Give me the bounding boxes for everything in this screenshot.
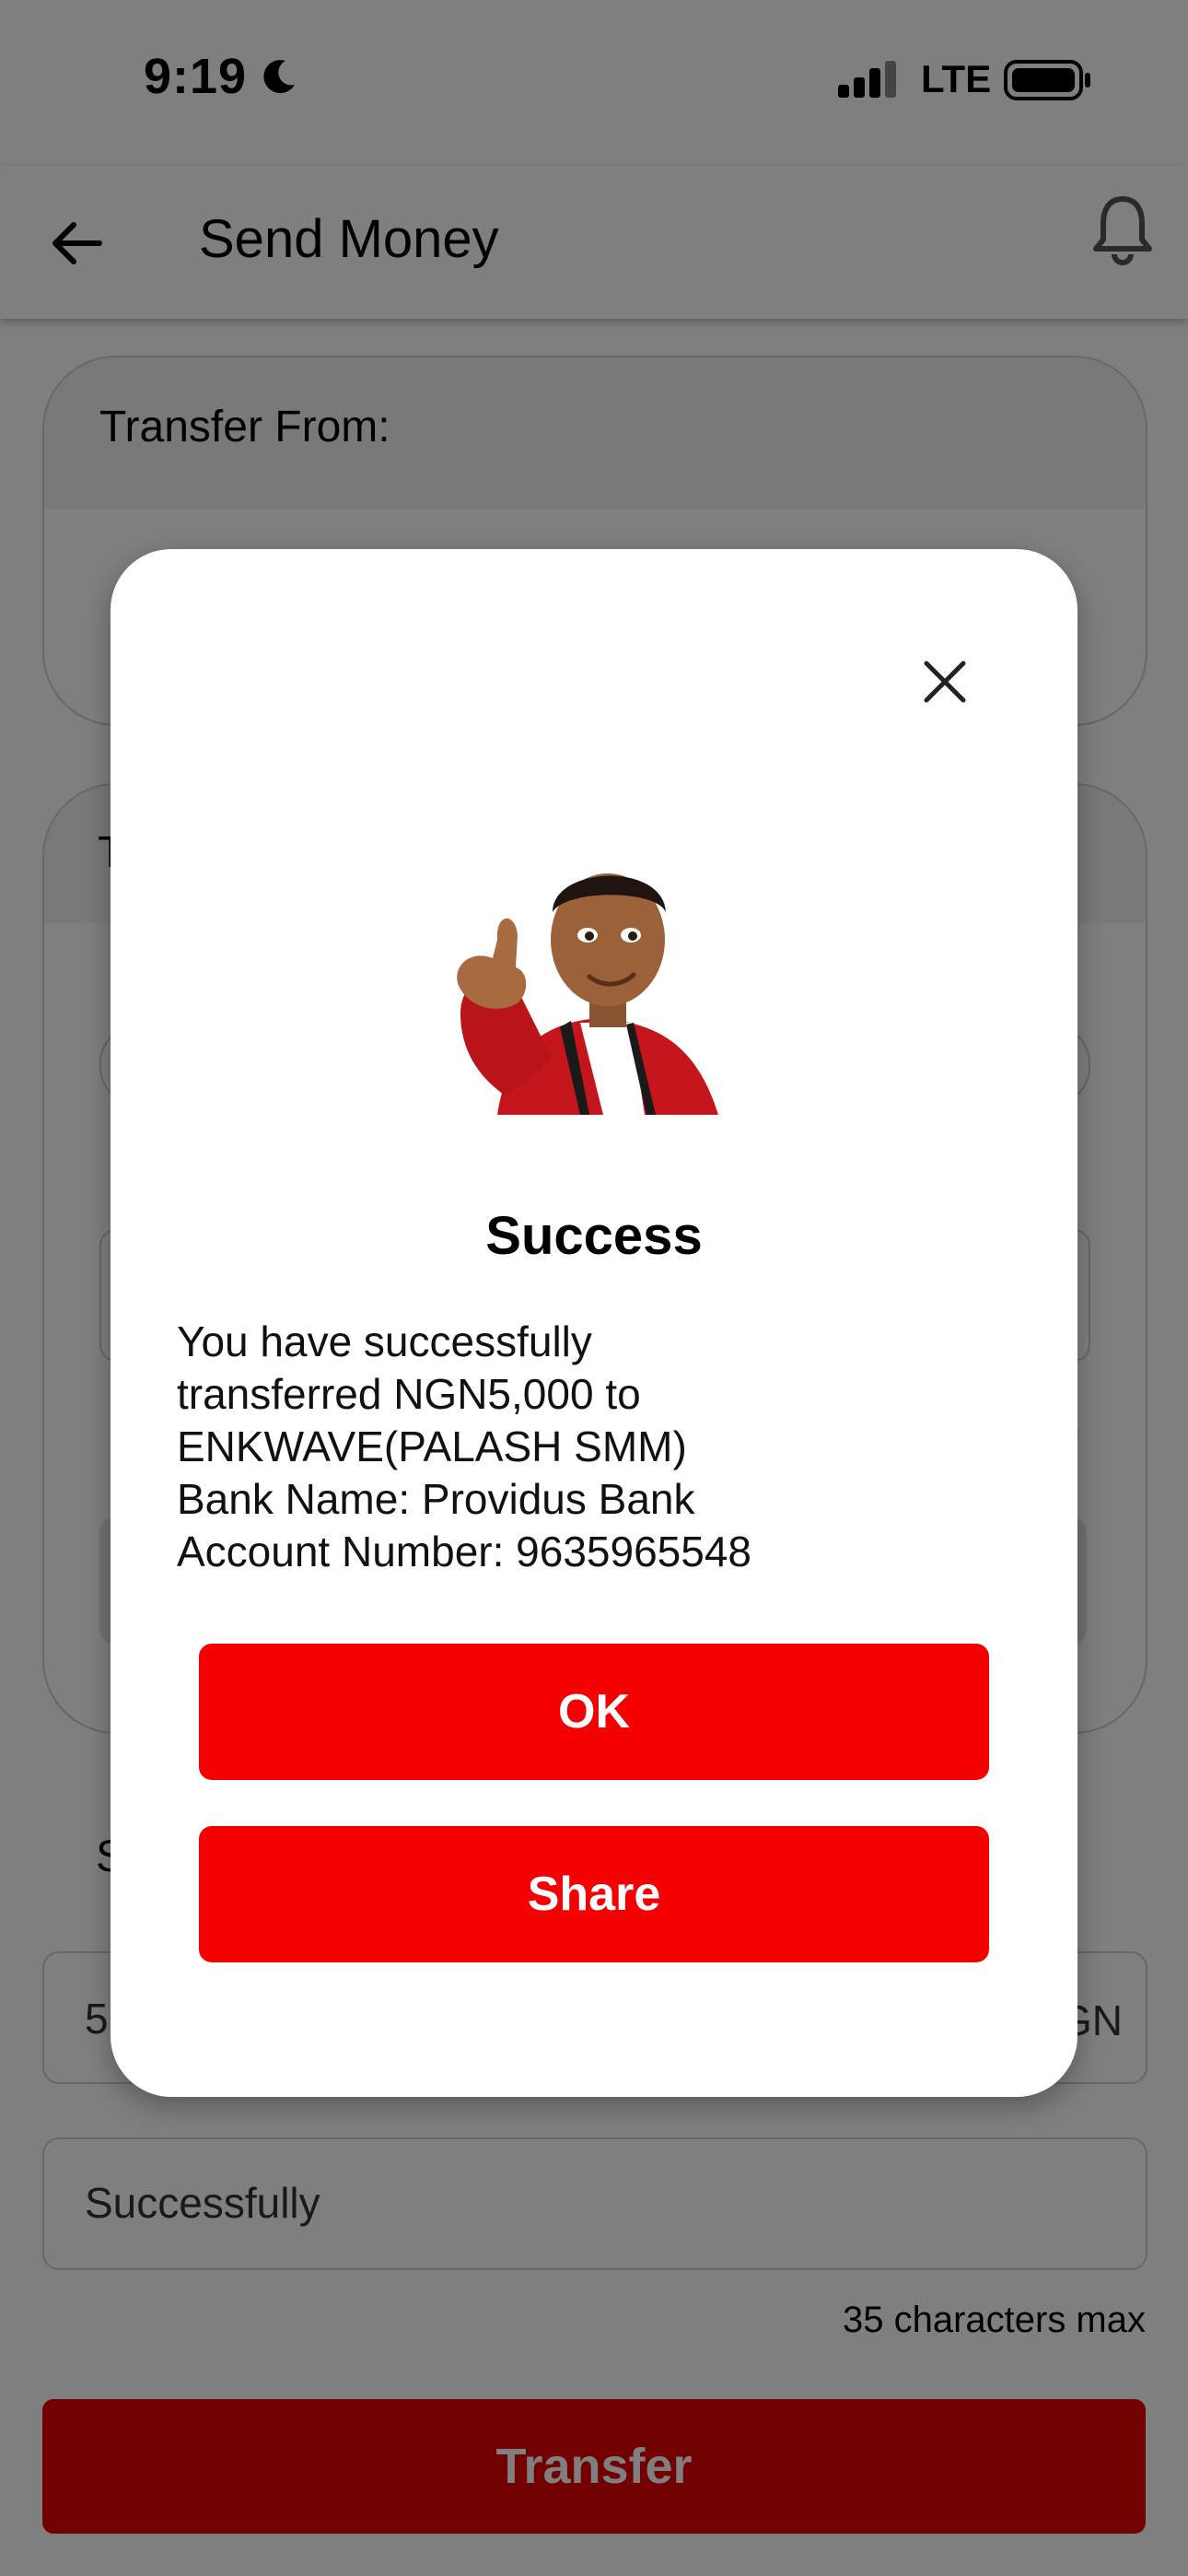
success-message: You have successfully transferred NGN5,0… xyxy=(177,1316,1006,1578)
close-icon[interactable] xyxy=(921,658,969,710)
message-line: ENKWAVE(PALASH SMM) xyxy=(177,1423,687,1470)
success-title: Success xyxy=(485,1206,703,1266)
message-line: transferred NGN5,000 to xyxy=(177,1370,641,1418)
share-button[interactable]: Share xyxy=(199,1826,989,1962)
message-line: Account Number: 9635965548 xyxy=(177,1528,751,1575)
ok-button[interactable]: OK xyxy=(199,1644,989,1780)
message-line: Bank Name: Providus Bank xyxy=(177,1475,695,1523)
thumbs-up-mascot-icon xyxy=(442,848,746,1119)
message-line: You have successfully xyxy=(177,1317,592,1365)
